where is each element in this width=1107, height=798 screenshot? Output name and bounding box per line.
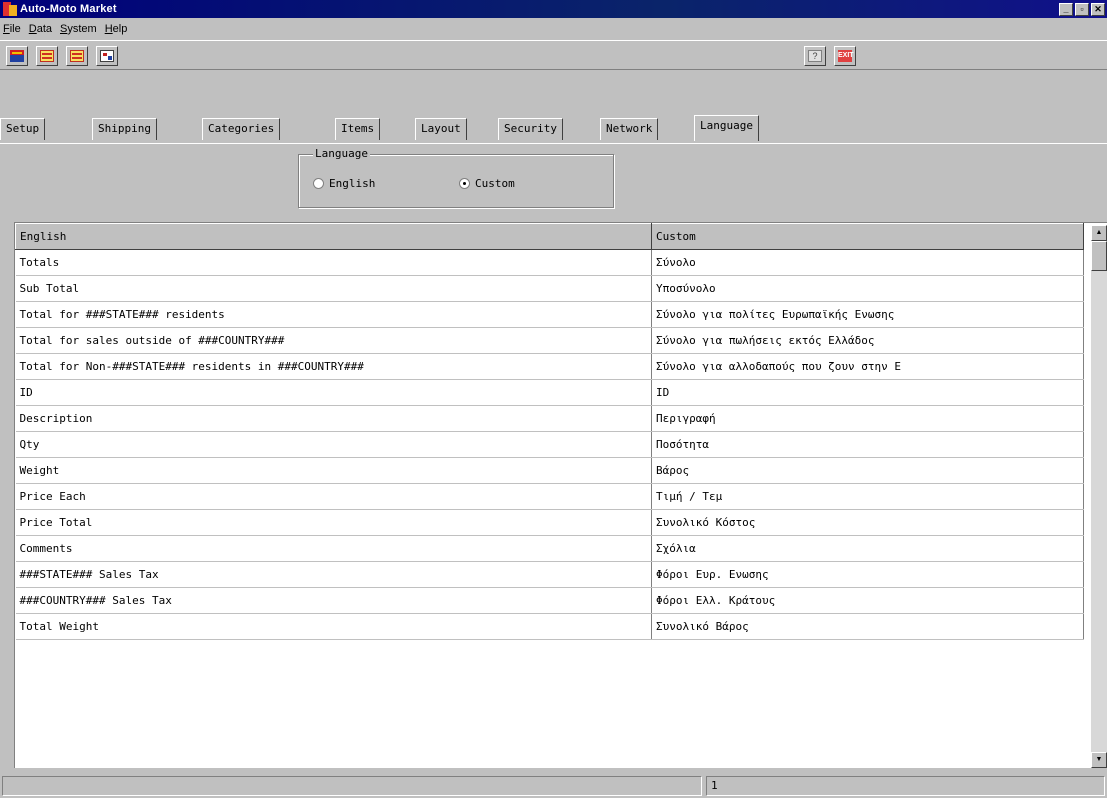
table-row[interactable]: Weight Βάρος xyxy=(15,457,1084,484)
table-row[interactable]: Total for sales outside of ###COUNTRY###… xyxy=(15,327,1084,354)
scroll-down-button[interactable]: ▼ xyxy=(1091,752,1107,768)
custom-cell[interactable]: Υποσύνολο xyxy=(651,275,1084,302)
tab-categories[interactable]: Categories xyxy=(202,118,281,140)
custom-cell[interactable]: Ποσότητα xyxy=(651,431,1084,458)
app-icon xyxy=(3,2,17,16)
custom-cell[interactable]: Τιμή / Τεμ xyxy=(651,483,1084,510)
table-row[interactable]: Price Total Συνολικό Κόστος xyxy=(15,509,1084,536)
close-button[interactable]: ✕ xyxy=(1091,2,1105,16)
menu-bar: File Data System Help xyxy=(0,19,1107,38)
english-cell[interactable]: Comments xyxy=(15,535,652,562)
custom-cell[interactable]: Φόροι Ελλ. Κράτους xyxy=(651,587,1084,614)
menu-file[interactable]: File xyxy=(3,23,21,35)
help-button[interactable]: ? xyxy=(804,46,826,66)
tab-shipping[interactable]: Shipping xyxy=(92,118,157,140)
custom-cell[interactable]: Σύνολο για πολίτες Ευρωπαϊκής Ενωσης xyxy=(651,301,1084,328)
language-panel: Language English Custom xyxy=(8,144,1107,218)
scroll-up-button[interactable]: ▲ xyxy=(1091,225,1107,241)
english-cell[interactable]: ###STATE### Sales Tax xyxy=(15,561,652,588)
status-panel-main xyxy=(2,776,702,796)
grid-button[interactable] xyxy=(96,46,118,66)
tab-security[interactable]: Security xyxy=(498,118,563,140)
calendar-button[interactable] xyxy=(36,46,58,66)
table-row[interactable]: Totals Σύνολο xyxy=(15,249,1084,276)
status-panel-page: 1 xyxy=(706,776,1105,796)
header-row: English Custom xyxy=(15,223,1084,250)
vertical-scrollbar[interactable]: ▲ ▼ xyxy=(1091,225,1107,768)
column-header-english[interactable]: English xyxy=(15,223,652,250)
table-row[interactable]: Sub Total Υποσύνολο xyxy=(15,275,1084,302)
english-cell[interactable]: Price Each xyxy=(15,483,652,510)
exit-icon: EXIT xyxy=(838,50,854,62)
tab-setup[interactable]: Setup xyxy=(0,118,46,140)
custom-cell[interactable]: Σύνολο xyxy=(651,249,1084,276)
table-row[interactable]: Comments Σχόλια xyxy=(15,535,1084,562)
table-row[interactable]: ###STATE### Sales Tax Φόροι Ευρ. Ενωσης xyxy=(15,561,1084,588)
translation-grid[interactable]: English Custom Totals Σύνολο Sub Total Υπο… xyxy=(14,222,1107,768)
window-title: Auto-Moto Market xyxy=(20,3,117,15)
english-cell[interactable]: Price Total xyxy=(15,509,652,536)
english-cell[interactable]: Total for Non-###STATE### residents in #… xyxy=(15,353,652,380)
radio-custom[interactable]: Custom xyxy=(459,177,515,190)
table-row[interactable]: Total for ###STATE### residents Σύνολο γι… xyxy=(15,301,1084,328)
table-row[interactable]: Total for Non-###STATE### residents in #… xyxy=(15,353,1084,380)
title-bar: Auto-Moto Market _ ▫ ✕ xyxy=(0,0,1107,18)
toolbar: ? EXIT xyxy=(0,40,1107,70)
radio-button-icon xyxy=(313,178,324,189)
english-cell[interactable]: ID xyxy=(15,379,652,406)
car-icon xyxy=(10,50,24,62)
english-cell[interactable]: Total for ###STATE### residents xyxy=(15,301,652,328)
maximize-button[interactable]: ▫ xyxy=(1075,2,1089,16)
minimize-button[interactable]: _ xyxy=(1059,2,1073,16)
english-cell[interactable]: Description xyxy=(15,405,652,432)
custom-cell[interactable]: Συνολικό Κόστος xyxy=(651,509,1084,536)
menu-help[interactable]: Help xyxy=(105,23,128,35)
custom-cell[interactable]: Φόροι Ευρ. Ενωσης xyxy=(651,561,1084,588)
table-row[interactable]: ID ID xyxy=(15,379,1084,406)
car-button[interactable] xyxy=(6,46,28,66)
custom-cell[interactable]: Σύνολο για αλλοδαπούς που ζουν στην Ε xyxy=(651,353,1084,380)
custom-cell[interactable]: Βάρος xyxy=(651,457,1084,484)
radio-english[interactable]: English xyxy=(313,177,375,190)
language-group: Language English Custom xyxy=(298,147,614,208)
group-label: Language xyxy=(313,147,370,160)
english-cell[interactable]: Weight xyxy=(15,457,652,484)
table-row[interactable]: Qty Ποσότητα xyxy=(15,431,1084,458)
radio-label: Custom xyxy=(475,177,515,190)
tab-network[interactable]: Network xyxy=(600,118,659,140)
english-cell[interactable]: ###COUNTRY### Sales Tax xyxy=(15,587,652,614)
custom-cell[interactable]: Περιγραφή xyxy=(651,405,1084,432)
help-icon: ? xyxy=(808,50,822,62)
status-bar: 1 xyxy=(0,774,1107,798)
table-row[interactable]: ###COUNTRY### Sales Tax Φόροι Ελλ. Κράτου… xyxy=(15,587,1084,614)
column-header-custom[interactable]: Custom xyxy=(651,223,1084,250)
menu-data[interactable]: Data xyxy=(29,23,52,35)
custom-cell[interactable]: Συνολικό Βάρος xyxy=(651,613,1084,640)
radio-button-selected-icon xyxy=(459,178,470,189)
english-cell[interactable]: Qty xyxy=(15,431,652,458)
table-row[interactable]: Price Each Τιμή / Τεμ xyxy=(15,483,1084,510)
custom-cell[interactable]: Σχόλια xyxy=(651,535,1084,562)
tab-items[interactable]: Items xyxy=(335,118,381,140)
english-cell[interactable]: Totals xyxy=(15,249,652,276)
custom-cell[interactable]: Σύνολο για πωλήσεις εκτός Ελλάδος xyxy=(651,327,1084,354)
calendar-icon xyxy=(70,50,84,62)
table-row[interactable]: Description Περιγραφή xyxy=(15,405,1084,432)
menu-system[interactable]: System xyxy=(60,23,97,35)
english-cell[interactable]: Total Weight xyxy=(15,613,652,640)
calendar-button-2[interactable] xyxy=(66,46,88,66)
table-row[interactable]: Total Weight Συνολικό Βάρος xyxy=(15,613,1084,640)
tab-layout[interactable]: Layout xyxy=(415,118,467,140)
english-cell[interactable]: Sub Total xyxy=(15,275,652,302)
grid-icon xyxy=(100,50,114,62)
tab-strip: Setup Shipping Categories Items Layout S… xyxy=(0,114,1107,144)
exit-button[interactable]: EXIT xyxy=(834,46,856,66)
tab-language[interactable]: Language xyxy=(694,115,759,141)
calendar-icon xyxy=(40,50,54,62)
radio-label: English xyxy=(329,177,376,190)
english-cell[interactable]: Total for sales outside of ###COUNTRY### xyxy=(15,327,652,354)
scroll-thumb[interactable] xyxy=(1091,241,1107,271)
custom-cell[interactable]: ID xyxy=(651,379,1084,406)
